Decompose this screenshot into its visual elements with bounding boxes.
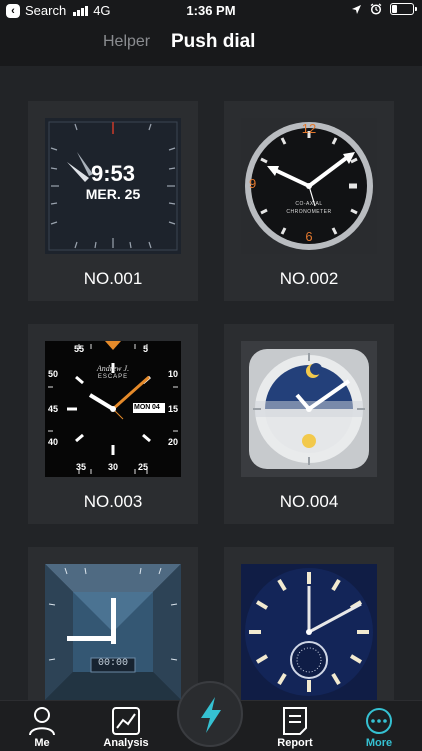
- chart-icon: [112, 707, 140, 735]
- dial-label-001: NO.001: [83, 269, 143, 288]
- dial-003-numeral-5: 5: [143, 344, 149, 354]
- dial-card-005[interactable]: 00:00: [28, 547, 198, 700]
- dial-005-time: 00:00: [97, 658, 128, 669]
- dial-label-004: NO.004: [279, 492, 339, 511]
- dial-preview-005: [45, 564, 181, 700]
- dial-001-date: MER. 25: [85, 186, 141, 202]
- dial-003-numeral-10: 10: [168, 369, 179, 379]
- dial-grid: 9:53 MER. 25 NO.001 12 6 9 CO-AXIAL CHRO…: [0, 66, 422, 700]
- tab-me-label: Me: [34, 737, 50, 749]
- dial-003-date: 04: [152, 404, 160, 411]
- dial-card-002[interactable]: 12 6 9 CO-AXIAL CHRONOMETER NO.002: [224, 101, 394, 301]
- alarm-icon: [370, 3, 382, 15]
- dial-003-numeral-55: 55: [74, 344, 85, 354]
- tab-report-label: Report: [277, 737, 313, 749]
- person-icon: [29, 707, 55, 736]
- report-icon: [283, 707, 307, 735]
- sync-button[interactable]: [177, 681, 243, 747]
- tab-helper[interactable]: Helper: [103, 33, 150, 51]
- dial-003-numeral-15: 15: [168, 404, 179, 414]
- dial-card-003[interactable]: Andrew J. ESCAPE MON 04 55 5 50 10 45 15…: [28, 324, 198, 524]
- dial-003-numeral-45: 45: [48, 404, 59, 414]
- dial-003-numeral-25: 25: [138, 462, 149, 472]
- more-icon: [366, 708, 392, 734]
- dial-002-numeral-6: 6: [305, 229, 313, 244]
- lightning-icon: [201, 697, 221, 733]
- battery-icon: [390, 3, 417, 15]
- dial-card-001[interactable]: 9:53 MER. 25 NO.001: [28, 101, 198, 301]
- tab-push-dial[interactable]: Push dial: [171, 31, 255, 53]
- dial-card-004[interactable]: NO.004: [224, 324, 394, 524]
- dial-002-numeral-9: 9: [249, 176, 257, 191]
- dial-preview-006: [241, 564, 377, 700]
- status-bar: ‹ Search 4G 1:36 PM: [0, 0, 422, 22]
- location-icon: [352, 4, 361, 14]
- dial-003-numeral-30: 30: [108, 462, 119, 472]
- dial-003-numeral-40: 40: [48, 437, 59, 447]
- dial-002-sub: CHRONOMETER: [286, 209, 332, 215]
- dial-002-brand: CO-AXIAL: [295, 201, 323, 207]
- dial-label-003: NO.003: [83, 492, 143, 511]
- header: Helper Push dial: [0, 22, 422, 66]
- dial-001-time: 9:53: [90, 161, 136, 186]
- dial-card-006[interactable]: [224, 547, 394, 700]
- dial-003-numeral-50: 50: [48, 369, 59, 379]
- dial-preview-004: [241, 341, 377, 477]
- dial-label-002: NO.002: [279, 269, 339, 288]
- dial-003-sub: ESCAPE: [97, 374, 129, 380]
- dial-002-numeral-12: 12: [301, 121, 317, 136]
- dial-003-numeral-35: 35: [76, 462, 87, 472]
- dial-003-brand: Andrew J.: [96, 364, 130, 373]
- dial-003-numeral-20: 20: [168, 437, 179, 447]
- dial-003-day: MON: [134, 404, 151, 411]
- dial-preview-003: [45, 341, 181, 477]
- tab-more-label: More: [365, 737, 393, 749]
- bottom-tab-bar: Me Analysis Report More: [0, 681, 422, 751]
- tab-analysis-label: Analysis: [103, 737, 149, 749]
